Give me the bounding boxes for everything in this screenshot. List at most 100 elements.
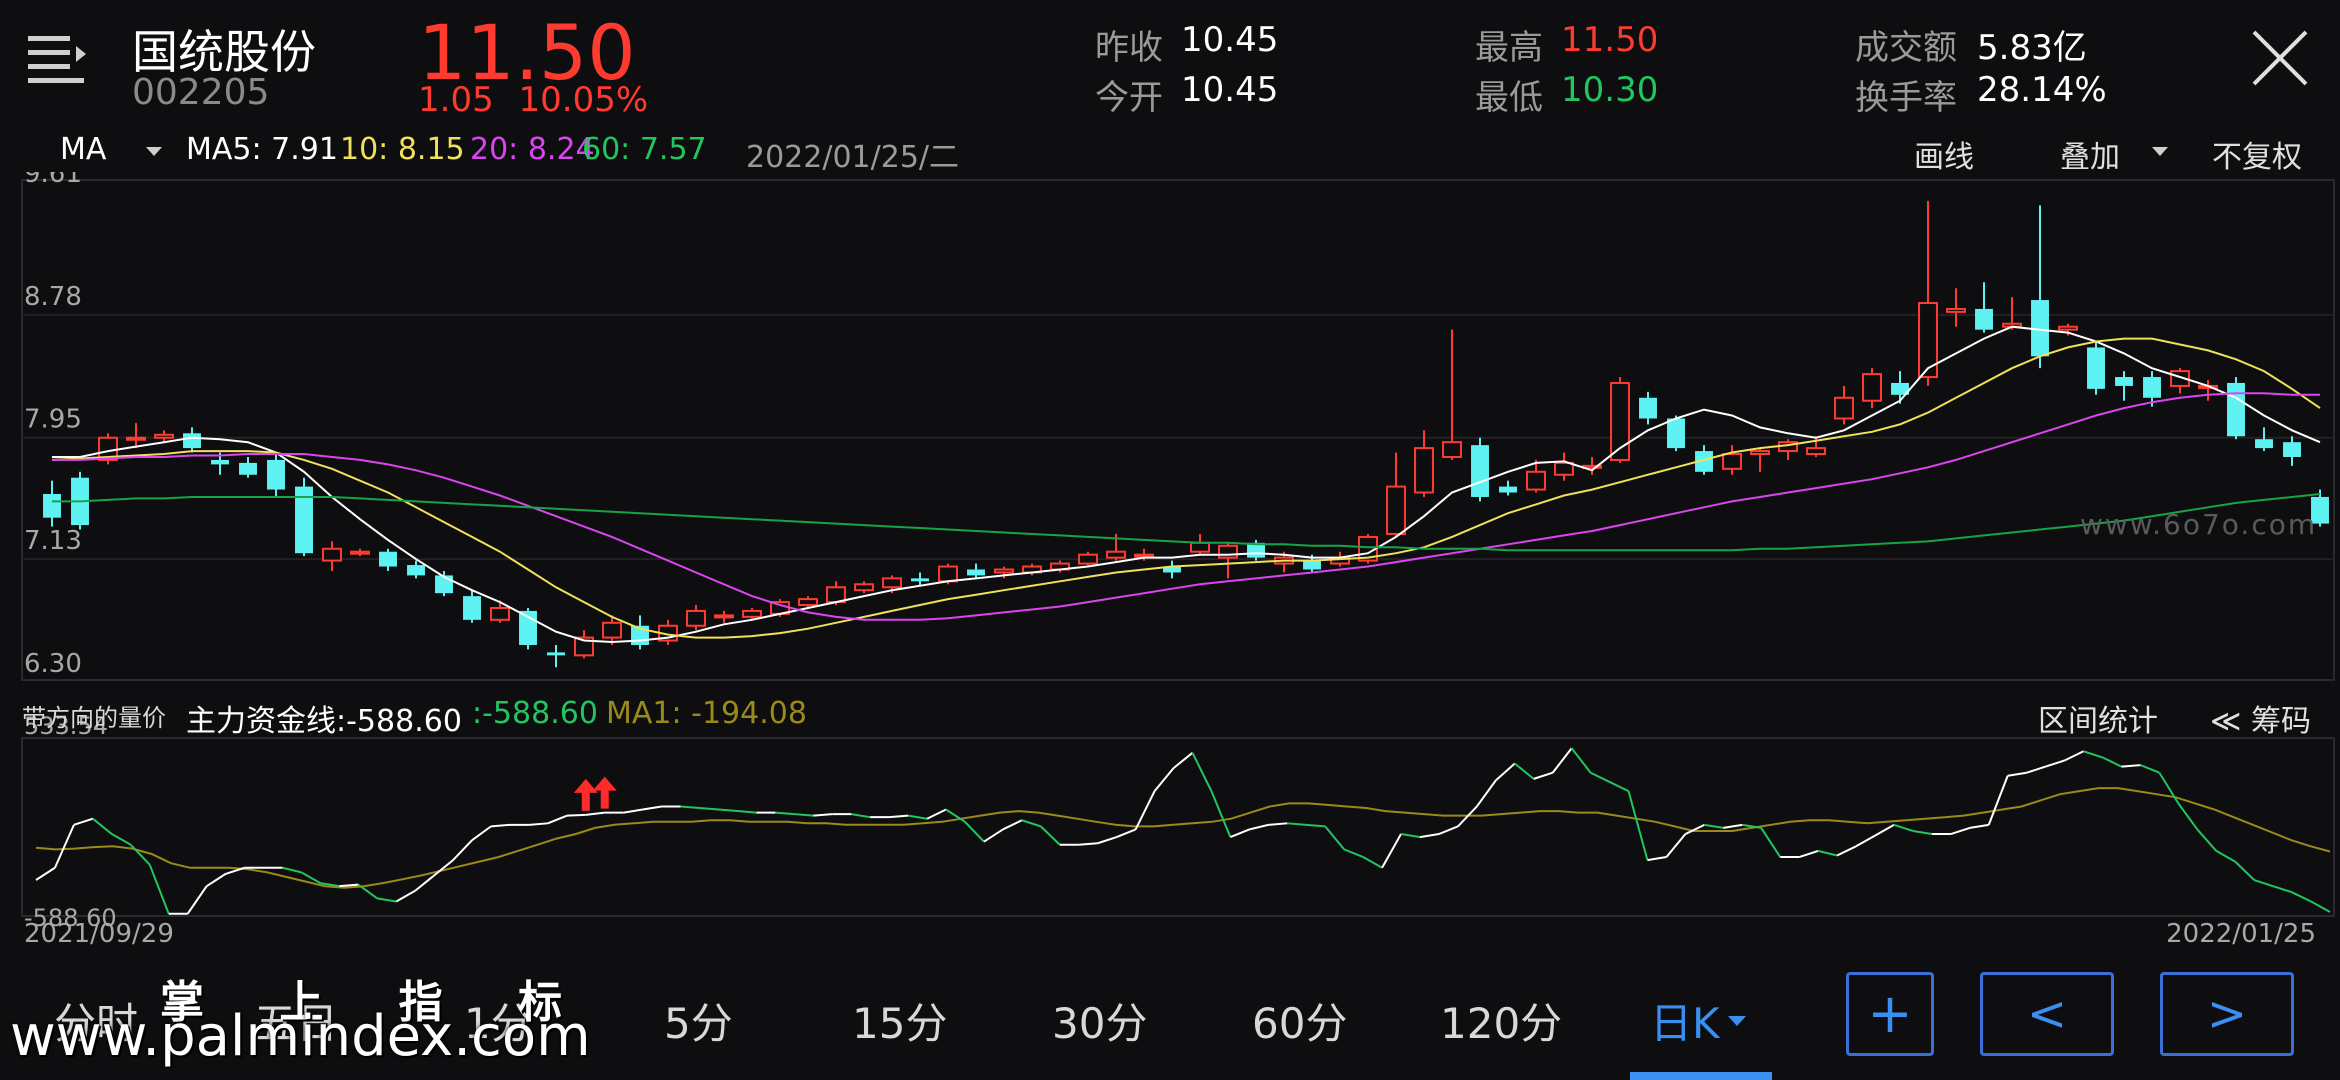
main-fund-segment (737, 810, 757, 814)
draw-line-button[interactable]: 画线 (1914, 132, 1974, 176)
stat-label: 最高 (1475, 28, 1543, 68)
candle-body (1639, 397, 1657, 419)
tab-period[interactable]: 60分 (1252, 990, 1347, 1051)
main-fund-segment (111, 833, 132, 846)
candle-body (1499, 486, 1517, 493)
main-fund-segment (1987, 775, 2009, 826)
candlestick-chart[interactable]: 9.618.787.957.136.30533.54-588.602021/09… (0, 172, 2340, 952)
chevron-right-icon: > (2206, 986, 2248, 1042)
main-fund-segment (2158, 772, 2180, 804)
main-fund-segment (1893, 823, 1914, 832)
main-fund-segment (1836, 845, 1857, 857)
main-fund-segment (2291, 891, 2312, 903)
main-fund-segment (1874, 823, 1895, 837)
main-fund-segment (1533, 771, 1554, 780)
candle-body (1414, 447, 1434, 494)
period-dropdown-icon[interactable] (1728, 1012, 1746, 1031)
candle-body (2255, 439, 2273, 449)
main-fund-value: :-588.60 (472, 696, 598, 731)
main-fund-segment (1495, 762, 1516, 782)
stat-value: 10.45 (1181, 70, 1279, 110)
price-tick-label: 7.95 (24, 405, 82, 435)
main-fund-segment (1230, 828, 1250, 839)
main-fund-segment (1476, 779, 1497, 808)
candle-body (1946, 307, 1966, 313)
add-button[interactable]: + (1846, 972, 1934, 1056)
main-fund-segment (1097, 836, 1117, 845)
main-fund-segment (452, 839, 473, 861)
indicator-select[interactable]: MA (60, 132, 106, 167)
main-fund-segment (1400, 833, 1421, 839)
main-fund-segment (1343, 848, 1364, 858)
main-fund-segment (1249, 823, 1269, 831)
close-icon[interactable] (2250, 28, 2310, 88)
tab-period[interactable]: 120分 (1440, 990, 1562, 1051)
main-fund-segment (1912, 829, 1933, 836)
adjust-button[interactable]: 不复权 (2212, 132, 2302, 176)
candle-body (1442, 441, 1462, 458)
candle-body (547, 652, 565, 656)
prev-button[interactable]: < (1980, 972, 2114, 1056)
candle-body (267, 459, 285, 490)
candle-body (43, 493, 61, 518)
main-fund-segment (794, 813, 814, 817)
main-fund-segment (2177, 802, 2199, 831)
main-fund-segment (566, 813, 586, 817)
stat-value: 10.30 (1561, 70, 1659, 110)
main-fund-segment (73, 817, 94, 826)
indicator-dropdown-icon[interactable] (146, 142, 162, 161)
next-button[interactable]: > (2160, 972, 2294, 1056)
signal-arrow-icon (573, 778, 598, 811)
main-fund-segment (964, 821, 985, 843)
candle-body (1190, 541, 1210, 553)
main-fund-segment (680, 805, 700, 809)
candle-body (1806, 447, 1826, 456)
main-fund-label: 主力资金线:-588.60 (186, 704, 462, 739)
candle-body (882, 577, 902, 589)
main-fund-segment (1627, 790, 1649, 861)
main-fund-segment (490, 823, 511, 828)
main-fund-segment (585, 811, 605, 816)
ma20-value: 20: 8.24 (470, 132, 595, 167)
main-fund-segment (2234, 860, 2255, 881)
stat-label: 昨收 (1095, 28, 1163, 68)
candle-body (1303, 560, 1321, 570)
tab-period[interactable]: 30分 (1052, 990, 1147, 1051)
price-panel-frame (21, 179, 2335, 681)
tab-period[interactable]: 15分 (852, 990, 947, 1051)
main-fund-segment (2007, 771, 2027, 777)
candle-body (490, 606, 510, 621)
main-fund-segment (1134, 790, 1156, 830)
main-fund-segment (983, 828, 1004, 843)
main-fund-segment (851, 813, 871, 819)
stat-value: 5.83亿 (1977, 28, 2087, 68)
main-fund-segment (54, 824, 75, 869)
tab-period[interactable]: 5分 (664, 990, 733, 1051)
main-fund-segment (1798, 849, 1819, 858)
menu-icon[interactable] (24, 30, 90, 90)
ma-line (52, 392, 2320, 621)
candle-body (1667, 418, 1685, 449)
main-fund-segment (2045, 759, 2065, 768)
main-fund-segment (1210, 790, 1232, 838)
main-fund-segment (926, 808, 947, 820)
main-fund-segment (2083, 750, 2103, 759)
candle-body (967, 569, 985, 576)
main-fund-segment (2253, 879, 2274, 888)
active-tab-underline (1630, 1072, 1772, 1080)
site-watermark: www.6o7o.com (2080, 508, 2318, 541)
ma1-value: MA1: -194.08 (606, 696, 807, 731)
candle-body (2143, 377, 2161, 398)
change-amount: 1.05 (418, 80, 494, 120)
tab-period[interactable]: 日K (1650, 990, 1720, 1051)
chips-button[interactable]: ≪ 筹码 (2210, 696, 2311, 740)
candle-body (322, 547, 342, 562)
main-fund-segment (1570, 747, 1592, 774)
overlay-dropdown-icon[interactable] (2152, 142, 2168, 161)
candle-body (742, 609, 762, 618)
range-stats-button[interactable]: 区间统计 (2038, 696, 2158, 740)
candle-body (463, 596, 481, 620)
overlay-button[interactable]: 叠加 (2060, 132, 2120, 176)
stock-code: 002205 (132, 72, 270, 113)
price-tick-label: 8.78 (24, 282, 82, 312)
